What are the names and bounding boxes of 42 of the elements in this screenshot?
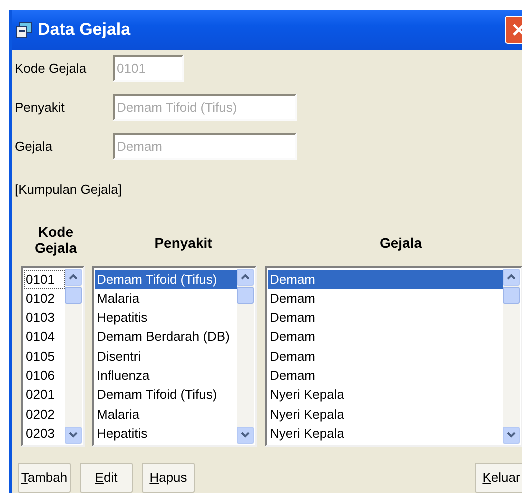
list-item[interactable]: 0202: [24, 404, 65, 424]
list-item[interactable]: Influenza: [95, 366, 237, 386]
window-title: Data Gejala: [38, 19, 131, 42]
list-item[interactable]: 0102: [24, 288, 65, 308]
list-item[interactable]: Demam: [268, 346, 503, 366]
field-label: Kode Gejala: [15, 60, 88, 78]
list-item[interactable]: Demam: [268, 327, 503, 347]
exit-button[interactable]: Keluar: [475, 462, 522, 492]
list-item[interactable]: Demam: [268, 366, 503, 386]
column-heading: Penyakit: [154, 234, 212, 253]
list-item[interactable]: Hepatitis: [95, 308, 237, 328]
list-item[interactable]: 0104: [24, 327, 65, 347]
list-item[interactable]: Demam Tifoid (Tifus): [95, 385, 237, 405]
group-label: [Kumpulan Gejala]: [15, 181, 123, 199]
action-button[interactable]: Tambah: [18, 462, 71, 492]
column-heading: Gejala: [380, 234, 422, 253]
list-item[interactable]: 0101: [24, 270, 65, 289]
column-heading: Kode Gejala: [34, 224, 78, 256]
list-item[interactable]: Nyeri Kepala: [268, 385, 503, 405]
list-item[interactable]: Demam Berdarah (DB): [95, 327, 237, 347]
field-label: Gejala: [15, 138, 54, 156]
list-item[interactable]: 0103: [24, 308, 65, 328]
list-item[interactable]: 0203: [24, 424, 65, 444]
list-item[interactable]: Demam: [268, 308, 503, 328]
list-item[interactable]: 0201: [24, 385, 65, 405]
list-box[interactable]: Demam Demam Demam Demam Demam Demam Nyeri Kepala Nyeri Kepala Nyeri Kepala: [265, 266, 522, 446]
list-item[interactable]: Demam: [268, 288, 503, 308]
list-box[interactable]: Demam Tifoid (Tifus) Malaria Hepatitis Demam Berdarah (DB) Disentri Influenza Demam Tifoid (Tifus) Malaria Hepatitis: [92, 266, 257, 446]
list-item[interactable]: 0106: [24, 366, 65, 386]
list-item[interactable]: Nyeri Kepala: [268, 424, 503, 444]
action-button[interactable]: Edit: [80, 462, 133, 492]
list-item[interactable]: Disentri: [95, 346, 237, 366]
list-box[interactable]: 0101 0102 0103 0104 0105 0106 0201 0202 0203: [21, 266, 85, 446]
list-item[interactable]: Malaria: [95, 404, 237, 424]
action-button[interactable]: Hapus: [142, 462, 195, 492]
list-item[interactable]: Nyeri Kepala: [268, 404, 503, 424]
list-item[interactable]: Demam: [268, 270, 503, 289]
list-item[interactable]: 0105: [24, 346, 65, 366]
field-label: Penyakit: [15, 98, 66, 117]
list-item[interactable]: Hepatitis: [95, 424, 237, 444]
list-item[interactable]: Demam Tifoid (Tifus): [95, 270, 237, 289]
list-item[interactable]: Malaria: [95, 288, 237, 308]
